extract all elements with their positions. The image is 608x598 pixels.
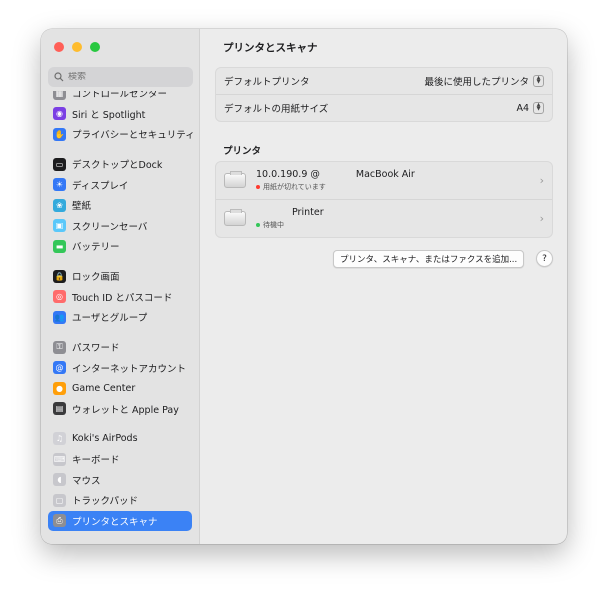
sidebar-item-control-center[interactable]: ▦ コントロールセンター	[48, 91, 192, 104]
printer-row[interactable]: Printer 待機中 ›	[216, 199, 552, 237]
sidebar-item-key[interactable]: ⚿ パスワード	[48, 337, 192, 358]
sidebar-item-label: Siri と Spotlight	[72, 109, 146, 121]
key-icon: ⚿	[53, 340, 66, 354]
status-dot-icon	[256, 185, 260, 189]
dock-icon: ▭	[53, 157, 66, 171]
updown-chevron-icon: ▲ ▼	[533, 102, 544, 114]
settings-window: ▦ コントロールセンター ◉ Siri と Spotlight ✋ プライバシーとセキュリ…	[41, 29, 567, 544]
minimize-button[interactable]	[72, 42, 82, 52]
printer-icon: ⎙	[53, 514, 66, 528]
sidebar-item-wallet[interactable]: ▤ ウォレットと Apple Pay	[48, 399, 192, 420]
display-icon: ☀	[53, 178, 66, 192]
sidebar-item-label: トラックパッド	[72, 496, 139, 508]
default-printer-row: デフォルトプリンタ 最後に使用したプリンタ ▲ ▼	[216, 68, 552, 94]
screensaver-icon: ▣	[53, 219, 66, 233]
sidebar-item-siri[interactable]: ◉ Siri と Spotlight	[48, 104, 192, 125]
main-pane: プリンタとスキャナ デフォルトプリンタ 最後に使用したプリンタ ▲ ▼ デフォルト…	[200, 29, 567, 544]
printer-status: 用紙が切れています	[256, 182, 540, 192]
sidebar-item-battery[interactable]: ▬ バッテリー	[48, 236, 192, 257]
sidebar-item-wallpaper[interactable]: ❀ 壁紙	[48, 195, 192, 216]
hand-icon: ✋	[53, 127, 66, 141]
sidebar-item-label: ロック画面	[72, 272, 120, 284]
sidebar-item-mouse[interactable]: ◖ マウス	[48, 470, 192, 491]
search-icon	[54, 72, 64, 82]
close-button[interactable]	[54, 42, 64, 52]
fingerprint-icon: ◎	[53, 290, 66, 304]
printer-name: 10.0.190.9 @ MacBook Air	[256, 169, 415, 180]
status-dot-icon	[256, 223, 260, 227]
add-printer-button[interactable]: プリンタ、スキャナ、またはファクスを追加...	[333, 250, 525, 268]
sidebar-item-lock[interactable]: 🔒 ロック画面	[48, 266, 192, 287]
sidebar-item-label: ユーザとグループ	[72, 313, 148, 325]
control-center-icon: ▦	[53, 91, 66, 100]
at-icon: @	[53, 361, 66, 375]
default-paper-size-label: デフォルトの用紙サイズ	[224, 104, 329, 115]
sidebar-item-trackpad[interactable]: ▢ トラックパッド	[48, 490, 192, 511]
updown-chevron-icon: ▲ ▼	[533, 75, 544, 87]
chevron-right-icon: ›	[539, 174, 544, 187]
printer-name: Printer	[256, 207, 540, 218]
sidebar-item-label: プライバシーとセキュリティ	[72, 130, 195, 142]
keyboard-icon: ⌨	[53, 452, 66, 466]
sidebar-item-label: デスクトップとDock	[72, 160, 163, 172]
wallpaper-icon: ❀	[53, 198, 66, 212]
sidebar-item-label: Touch ID とパスコード	[72, 292, 173, 304]
sidebar-item-label: プリンタとスキャナ	[72, 516, 158, 528]
sidebar-item-at[interactable]: @ インターネットアカウント	[48, 358, 192, 379]
default-printer-label: デフォルトプリンタ	[224, 77, 310, 88]
sidebar-item-label: 壁紙	[72, 201, 92, 213]
page-title: プリンタとスキャナ	[223, 42, 318, 54]
sidebar-item-label: マウス	[72, 475, 101, 487]
default-paper-size-value: A4	[516, 102, 529, 114]
search-field[interactable]	[48, 67, 193, 87]
sidebar-item-airpods[interactable]: ♫ Koki's AirPods	[48, 429, 192, 450]
sidebar-item-label: キーボード	[72, 455, 120, 467]
printers-list: 10.0.190.9 @ MacBook Air 用紙が切れています › Prin…	[215, 161, 553, 238]
mouse-icon: ◖	[53, 473, 66, 487]
sidebar-item-label: Koki's AirPods	[72, 433, 138, 445]
sidebar-item-display[interactable]: ☀ ディスプレイ	[48, 175, 192, 196]
sidebar-item-keyboard[interactable]: ⌨ キーボード	[48, 449, 192, 470]
help-button[interactable]: ?	[536, 250, 553, 267]
sidebar-item-label: コントロールセンター	[72, 91, 168, 101]
trackpad-icon: ▢	[53, 493, 66, 507]
sidebar-item-hand[interactable]: ✋ プライバシーとセキュリティ	[48, 124, 195, 145]
window-controls	[54, 42, 100, 52]
search-input[interactable]	[68, 72, 178, 82]
default-paper-size-select[interactable]: A4 ▲ ▼	[516, 102, 544, 114]
sidebar-item-label: ウォレットと Apple Pay	[72, 404, 179, 416]
sidebar-item-printer[interactable]: ⎙ プリンタとスキャナ	[48, 510, 192, 531]
sidebar-item-label: インターネットアカウント	[72, 363, 187, 375]
sidebar-item-users[interactable]: 👥 ユーザとグループ	[48, 307, 192, 328]
sidebar-item-label: パスワード	[72, 343, 120, 355]
sidebar-item-fingerprint[interactable]: ◎ Touch ID とパスコード	[48, 287, 192, 308]
wallet-icon: ▤	[53, 402, 66, 416]
chevron-right-icon: ›	[539, 212, 544, 225]
sidebar-item-label: Game Center	[72, 382, 136, 394]
default-printer-select[interactable]: 最後に使用したプリンタ ▲ ▼	[424, 74, 544, 88]
sidebar-item-label: バッテリー	[72, 242, 120, 254]
printer-icon	[224, 171, 246, 188]
defaults-group: デフォルトプリンタ 最後に使用したプリンタ ▲ ▼ デフォルトの用紙サイズ A4 …	[215, 67, 553, 122]
sidebar-item-screensaver[interactable]: ▣ スクリーンセーバ	[48, 216, 192, 237]
printer-row[interactable]: 10.0.190.9 @ MacBook Air 用紙が切れています ›	[216, 162, 552, 199]
lock-icon: 🔒	[53, 269, 66, 283]
printer-icon	[224, 209, 246, 226]
game-center-icon: ●	[53, 381, 66, 395]
sidebar-item-label: スクリーンセーバ	[72, 221, 148, 233]
sidebar: ▦ コントロールセンター ◉ Siri と Spotlight ✋ プライバシーとセキュリ…	[41, 29, 200, 544]
battery-icon: ▬	[53, 239, 66, 253]
sidebar-item-dock[interactable]: ▭ デスクトップとDock	[48, 154, 192, 175]
siri-icon: ◉	[53, 107, 66, 121]
sidebar-nav: ▦ コントロールセンター ◉ Siri と Spotlight ✋ プライバシーとセキュリ…	[41, 91, 199, 544]
default-paper-size-row: デフォルトの用紙サイズ A4 ▲ ▼	[216, 94, 552, 121]
zoom-button[interactable]	[90, 42, 100, 52]
airpods-icon: ♫	[53, 432, 66, 446]
users-icon: 👥	[53, 310, 66, 324]
printers-section-title: プリンタ	[223, 146, 262, 157]
sidebar-item-label: ディスプレイ	[72, 180, 129, 192]
sidebar-item-game-center[interactable]: ● Game Center	[48, 378, 192, 399]
default-printer-value: 最後に使用したプリンタ	[424, 77, 529, 88]
printer-status: 待機中	[256, 220, 540, 230]
